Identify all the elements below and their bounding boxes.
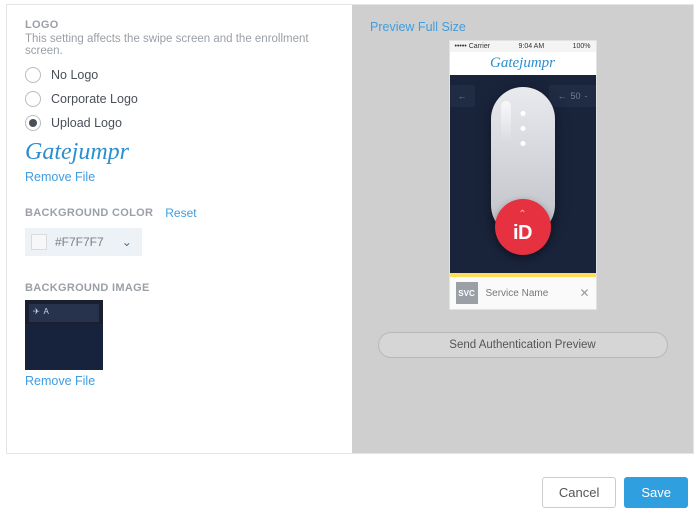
radio-label: Corporate Logo	[51, 92, 138, 106]
bgimage-sign-text: ✈ A	[33, 307, 50, 316]
phone-statusbar: ••••• Carrier 9:04 AM 100%	[450, 41, 596, 52]
footer-actions: Cancel Save	[542, 477, 688, 508]
radio-corporate-logo[interactable]: Corporate Logo	[25, 91, 334, 107]
sign-left: ←	[450, 85, 475, 107]
status-time: 9:04 AM	[519, 43, 545, 50]
logo-section-label: LOGO	[25, 19, 334, 31]
radio-label: No Logo	[51, 68, 98, 82]
send-auth-preview-button[interactable]: Send Authentication Preview	[378, 332, 668, 358]
phone-preview: ••••• Carrier 9:04 AM 100% Gatejumpr ← ←…	[449, 40, 597, 310]
preview-column: Preview Full Size ••••• Carrier 9:04 AM …	[352, 5, 693, 453]
radio-no-logo[interactable]: No Logo	[25, 67, 334, 83]
logo-section-desc: This setting affects the swipe screen an…	[25, 33, 334, 57]
id-badge: ⌃ iD	[495, 199, 551, 255]
sign-right: ←50-	[549, 85, 595, 107]
bgimage-thumbnail[interactable]: ✈ A	[25, 300, 103, 370]
radio-icon	[25, 67, 41, 83]
chevron-down-icon: ⌄	[122, 235, 132, 249]
left-column: LOGO This setting affects the swipe scre…	[7, 5, 352, 453]
radio-upload-logo[interactable]: Upload Logo	[25, 115, 334, 131]
radio-label: Upload Logo	[51, 116, 122, 130]
preview-full-size-link[interactable]: Preview Full Size	[370, 20, 466, 34]
remove-bgimage-link[interactable]: Remove File	[25, 374, 334, 388]
bgcolor-value: #F7F7F7	[55, 235, 104, 249]
cancel-button[interactable]: Cancel	[542, 477, 616, 508]
remove-logo-link[interactable]: Remove File	[25, 170, 334, 184]
color-swatch	[31, 234, 47, 250]
close-icon[interactable]: ✕	[579, 286, 589, 300]
status-carrier: ••••• Carrier	[455, 43, 491, 50]
save-button[interactable]: Save	[624, 477, 688, 508]
service-row: SVC Service Name ✕	[450, 277, 596, 309]
bgcolor-reset-link[interactable]: Reset	[165, 206, 196, 220]
bgimage-label: BACKGROUND IMAGE	[25, 282, 334, 294]
service-icon: SVC	[456, 282, 478, 304]
service-name: Service Name	[486, 288, 572, 299]
bgcolor-label: BACKGROUND COLOR	[25, 207, 153, 219]
status-battery: 100%	[573, 43, 591, 50]
settings-panel: LOGO This setting affects the swipe scre…	[6, 4, 694, 454]
radio-icon	[25, 91, 41, 107]
uploaded-logo-preview: Gatejumpr	[25, 139, 334, 166]
badge-text: iD	[513, 222, 532, 245]
phone-logo: Gatejumpr	[450, 52, 596, 75]
bgcolor-select[interactable]: #F7F7F7 ⌄	[25, 228, 142, 256]
phone-swipe-area: ← ←50- ⌃ iD	[450, 75, 596, 273]
radio-icon	[25, 115, 41, 131]
chevron-up-icon: ⌃	[518, 210, 526, 220]
